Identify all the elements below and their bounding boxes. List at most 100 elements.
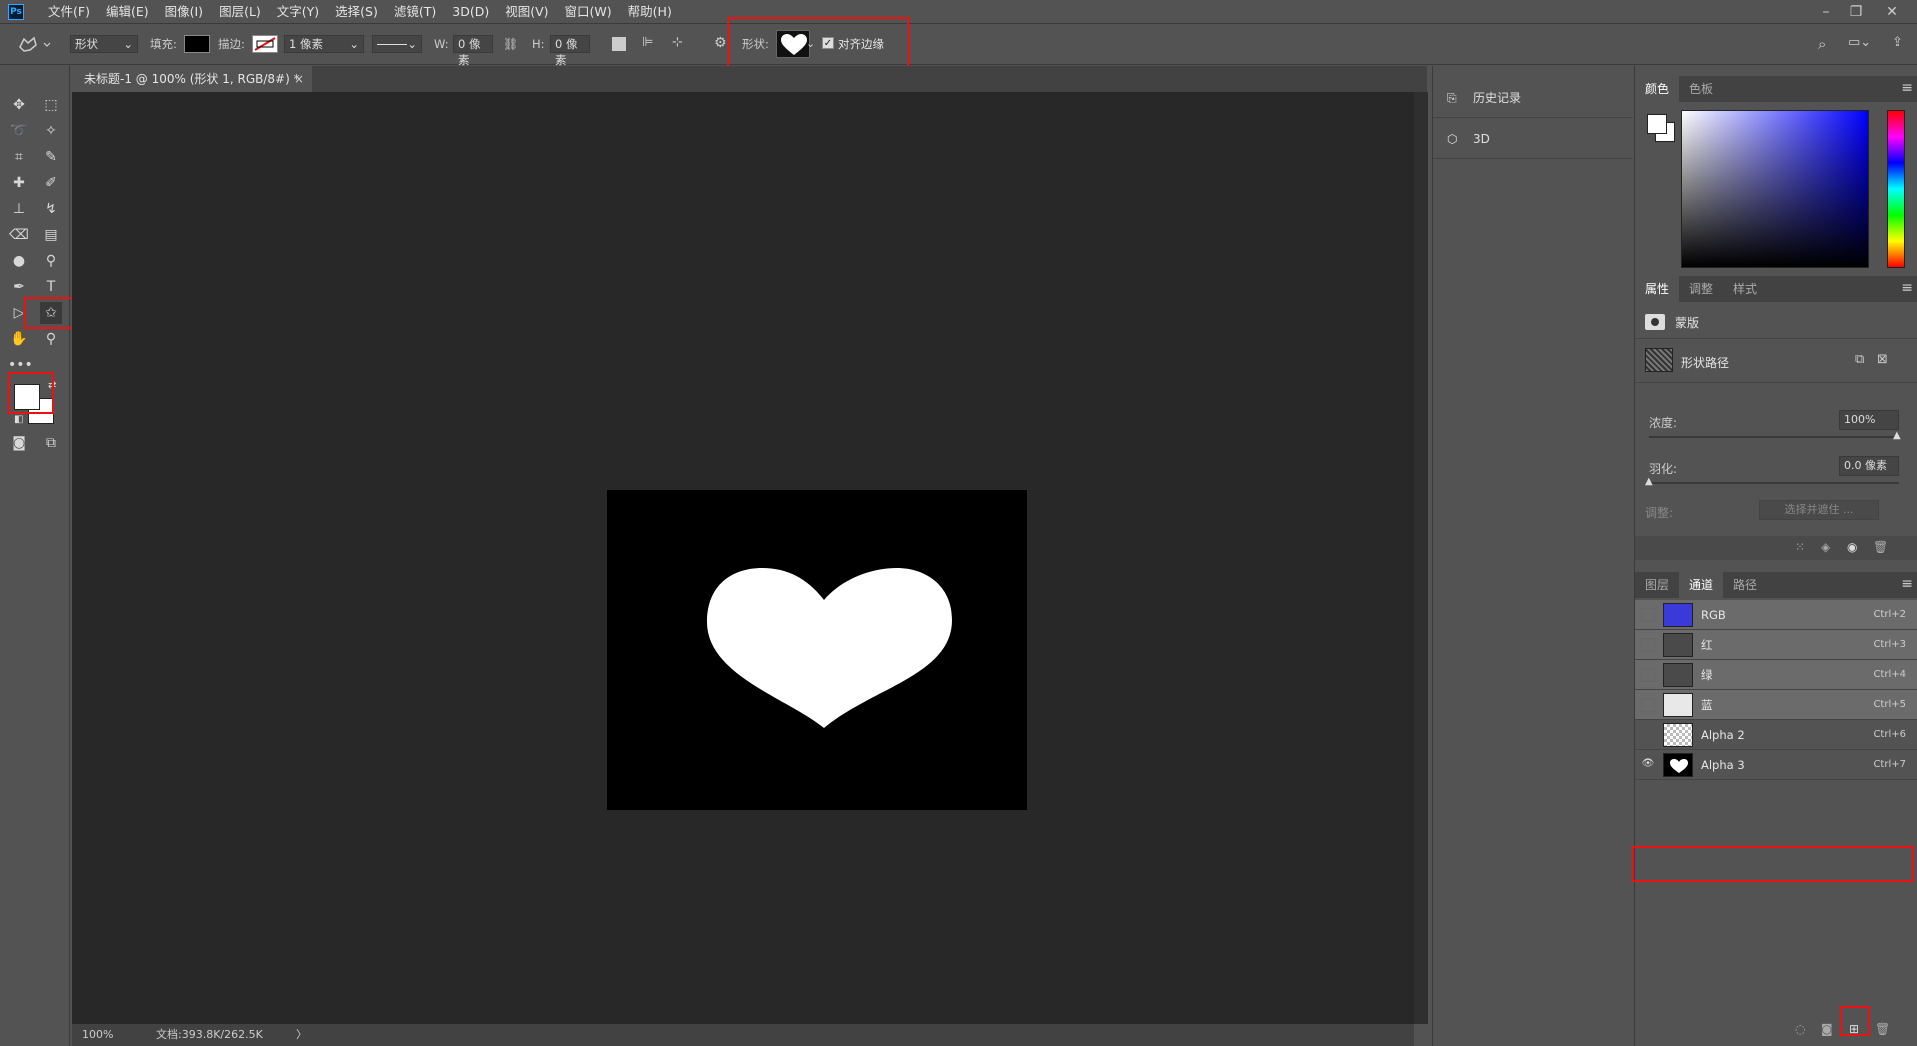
dodge-tool-icon[interactable]: ⚲	[40, 250, 62, 272]
visibility-toggle[interactable]	[1641, 638, 1655, 652]
hue-slider[interactable]	[1887, 110, 1905, 268]
density-slider[interactable]	[1649, 436, 1899, 438]
zoom-level[interactable]: 100%	[82, 1026, 113, 1044]
density-slider-handle[interactable]: ▲	[1893, 430, 1901, 441]
apply-mask-icon[interactable]: ⊠	[1877, 352, 1888, 367]
panel-menu-icon[interactable]: ≡	[1901, 576, 1913, 592]
3d-panel-button[interactable]: ⬡ 3D	[1433, 119, 1633, 159]
close-tab-icon[interactable]: ×	[294, 66, 304, 92]
document-canvas[interactable]	[607, 490, 1027, 810]
menu-type[interactable]: 文字(Y)	[269, 0, 327, 24]
apply-icon[interactable]: ◈	[1821, 540, 1830, 554]
channel-row-red[interactable]: 红 Ctrl+3	[1635, 630, 1917, 660]
share-icon[interactable]: ⇪	[1892, 35, 1903, 50]
tab-layers[interactable]: 图层	[1635, 572, 1679, 598]
menu-layer[interactable]: 图层(L)	[211, 0, 269, 24]
default-colors-icon[interactable]: ◧	[14, 414, 23, 425]
vertical-scrollbar[interactable]	[1414, 92, 1428, 1024]
select-mask-icon[interactable]: ⧉	[1855, 352, 1864, 367]
type-tool-icon[interactable]: T	[40, 276, 62, 298]
trash-icon[interactable]: 🗑	[1875, 1022, 1890, 1036]
minimize-icon[interactable]: –	[1814, 2, 1838, 22]
menu-3d[interactable]: 3D(D)	[444, 0, 497, 24]
trash-icon[interactable]: 🗑	[1873, 540, 1888, 554]
visibility-toggle[interactable]	[1641, 728, 1655, 742]
lasso-tool-icon[interactable]: ➰	[8, 120, 30, 142]
color-foreground-swatch[interactable]	[1647, 114, 1667, 134]
eye-icon[interactable]: ◉	[1847, 540, 1857, 554]
menu-image[interactable]: 图像(I)	[157, 0, 211, 24]
clone-stamp-tool-icon[interactable]: ⊥	[8, 198, 30, 220]
chevron-right-icon[interactable]: 〉	[296, 1026, 307, 1044]
menu-edit[interactable]: 编辑(E)	[98, 0, 157, 24]
channel-row-alpha2[interactable]: Alpha 2 Ctrl+6	[1635, 720, 1917, 750]
tool-preset-picker[interactable]	[14, 33, 54, 55]
channel-row-rgb[interactable]: RGB Ctrl+2	[1635, 600, 1917, 630]
width-field[interactable]: 0 像素	[453, 35, 493, 67]
screen-mode-icon[interactable]: ⧉	[40, 432, 62, 454]
tab-paths[interactable]: 路径	[1723, 572, 1767, 598]
tab-color[interactable]: 颜色	[1635, 76, 1680, 102]
channel-row-green[interactable]: 绿 Ctrl+4	[1635, 660, 1917, 690]
healing-brush-tool-icon[interactable]: ✚	[8, 172, 30, 194]
search-icon[interactable]: ⌕	[1818, 35, 1826, 53]
menu-help[interactable]: 帮助(H)	[620, 0, 680, 24]
menu-select[interactable]: 选择(S)	[327, 0, 386, 24]
link-icon[interactable]: ⛓	[503, 37, 518, 51]
tab-swatches[interactable]: 色板	[1679, 76, 1723, 102]
menu-filter[interactable]: 滤镜(T)	[386, 0, 444, 24]
canvas-area[interactable]	[72, 92, 1414, 1024]
crop-tool-icon[interactable]: ⌗	[8, 146, 30, 168]
stroke-width-field[interactable]: 1 像素 ⌄	[284, 35, 364, 53]
tool-mode-select[interactable]: 形状 ⌄	[70, 35, 138, 53]
visibility-toggle[interactable]	[1641, 608, 1655, 622]
marquee-tool-icon[interactable]: ⬚	[40, 94, 62, 116]
feather-field[interactable]: 0.0 像素	[1839, 456, 1899, 476]
tab-channels[interactable]: 通道	[1679, 572, 1724, 598]
eye-icon[interactable]: 👁	[1641, 758, 1655, 772]
restore-icon[interactable]: ❐	[1844, 2, 1868, 22]
visibility-toggle[interactable]	[1641, 668, 1655, 682]
history-panel-button[interactable]: ⎘ 历史记录	[1433, 78, 1633, 118]
pen-tool-icon[interactable]: ✒	[8, 276, 30, 298]
visibility-toggle[interactable]	[1641, 698, 1655, 712]
path-operations-icon[interactable]	[612, 37, 626, 51]
path-arrangement-icon[interactable]: ⊹	[672, 35, 692, 53]
gradient-tool-icon[interactable]: ▤	[40, 224, 62, 246]
hand-tool-icon[interactable]: ✋	[8, 328, 30, 350]
menu-file[interactable]: 文件(F)	[40, 0, 98, 24]
load-channel-as-selection-icon[interactable]: ◌	[1795, 1022, 1805, 1036]
document-tab[interactable]: 未标题-1 @ 100% (形状 1, RGB/8#) * ×	[72, 66, 312, 92]
history-brush-tool-icon[interactable]: ↯	[40, 198, 62, 220]
panel-menu-icon[interactable]: ≡	[1901, 80, 1913, 96]
quick-mask-icon[interactable]: ◙	[8, 432, 30, 454]
channel-row-blue[interactable]: 蓝 Ctrl+5	[1635, 690, 1917, 720]
menu-window[interactable]: 窗口(W)	[557, 0, 620, 24]
eraser-tool-icon[interactable]: ⌫	[8, 224, 30, 246]
zoom-tool-icon[interactable]: ⚲	[40, 328, 62, 350]
load-selection-icon[interactable]: ⁙	[1795, 540, 1805, 554]
stroke-type-select[interactable]: ⌄	[372, 35, 422, 53]
save-selection-as-channel-icon[interactable]: ◙	[1821, 1022, 1833, 1036]
panel-menu-icon[interactable]: ≡	[1901, 280, 1913, 296]
feather-slider-handle[interactable]: ▲	[1645, 476, 1653, 487]
menu-view[interactable]: 视图(V)	[497, 0, 556, 24]
tab-styles[interactable]: 样式	[1723, 276, 1767, 302]
document-size[interactable]: 文档:393.8K/262.5K	[156, 1026, 263, 1044]
density-field[interactable]: 100%	[1839, 410, 1899, 430]
tab-adjustments[interactable]: 调整	[1679, 276, 1723, 302]
color-field[interactable]	[1681, 110, 1869, 268]
select-and-mask-button[interactable]: 选择并遮住 ...	[1759, 500, 1879, 520]
brush-tool-icon[interactable]: ✐	[40, 172, 62, 194]
path-alignment-icon[interactable]: ⊫	[642, 35, 662, 53]
close-icon[interactable]: ✕	[1880, 2, 1904, 22]
height-field[interactable]: 0 像素	[550, 35, 590, 67]
tab-properties[interactable]: 属性	[1635, 276, 1680, 302]
feather-slider[interactable]	[1649, 482, 1899, 484]
move-tool-icon[interactable]: ✥	[8, 94, 30, 116]
workspace-icon[interactable]: ▭⌄	[1848, 35, 1871, 50]
heart-shape[interactable]	[607, 490, 1027, 810]
fill-swatch[interactable]	[184, 35, 210, 53]
eyedropper-tool-icon[interactable]: ✎	[40, 146, 62, 168]
channel-row-alpha3[interactable]: 👁 Alpha 3 Ctrl+7	[1635, 750, 1917, 780]
